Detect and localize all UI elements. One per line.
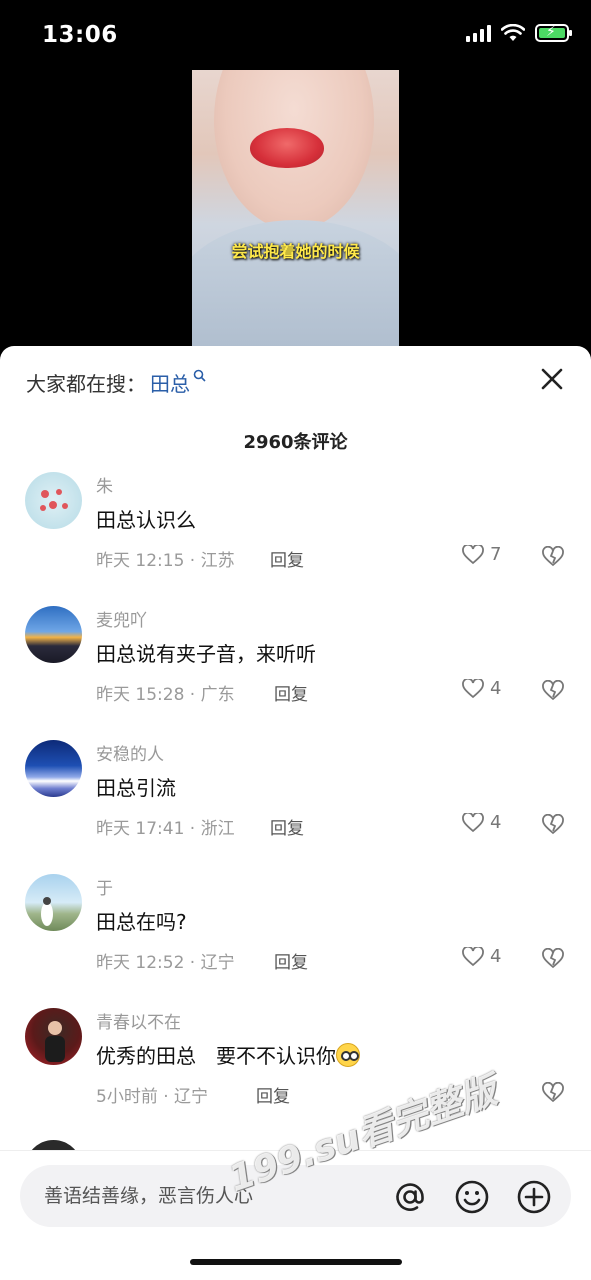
comment-meta: 昨天 12:15 · 江苏 [96, 551, 235, 571]
comment-input-bar [0, 1150, 591, 1280]
avatar[interactable] [25, 606, 82, 663]
comment-text-content: 优秀的田总 要不不认识你 [96, 1044, 336, 1068]
heart-icon [462, 544, 484, 564]
comment-item: 安稳的人 田总引流 昨天 17:41 · 浙江 回复 4 [0, 740, 591, 874]
video-caption: 尝试抱着她的时候 [231, 242, 360, 261]
reply-button[interactable]: 回复 [270, 814, 304, 839]
search-suggestion-term[interactable]: 田总 [150, 368, 190, 397]
reply-button[interactable]: 回复 [256, 1082, 290, 1107]
comment-item: 朱 田总认识么 昨天 12:15 · 江苏 回复 7 [0, 472, 591, 606]
comment-meta: 昨天 15:28 · 广东 [96, 685, 235, 705]
broken-heart-icon[interactable] [542, 814, 564, 836]
reply-button[interactable]: 回复 [274, 948, 308, 973]
heart-icon [462, 678, 484, 698]
comment-item: 青春以不在 优秀的田总 要不不认识你 5小时前 · 辽宁 回复 [0, 1008, 591, 1142]
plus-icon[interactable] [516, 1179, 552, 1215]
comment-text: 田总在吗? [96, 910, 187, 934]
comment-count: 2960条评论 [243, 432, 348, 453]
like-count: 4 [490, 946, 502, 967]
comment-meta: 5小时前 · 辽宁 [96, 1087, 209, 1107]
broken-heart-icon[interactable] [542, 546, 564, 568]
emoji-icon [336, 1043, 360, 1067]
avatar[interactable] [25, 740, 82, 797]
comment-item: 麦兜吖 田总说有夹子音，来听听 昨天 15:28 · 广东 回复 4 [0, 606, 591, 740]
like-button[interactable]: 4 [462, 946, 501, 967]
comment-meta: 昨天 17:41 · 浙江 [96, 819, 235, 839]
video-lips [250, 128, 324, 168]
broken-heart-icon[interactable] [542, 948, 564, 970]
wifi-icon [501, 24, 525, 41]
comment-username[interactable]: 安稳的人 [96, 740, 164, 765]
reply-button[interactable]: 回复 [270, 546, 304, 571]
comment-meta: 昨天 12:52 · 辽宁 [96, 953, 235, 973]
like-button[interactable]: 7 [462, 544, 501, 565]
comment-text: 田总说有夹子音，来听听 [96, 642, 316, 666]
comment-username[interactable]: 麦兜吖 [96, 606, 147, 631]
close-icon[interactable] [537, 364, 567, 394]
comment-input[interactable] [44, 1181, 364, 1211]
at-icon[interactable] [392, 1179, 428, 1215]
avatar[interactable] [25, 472, 82, 529]
search-suggestion[interactable]: 大家都在搜： 田总 [26, 368, 206, 397]
like-count: 7 [490, 544, 502, 565]
emoji-icon[interactable] [454, 1179, 490, 1215]
comment-text: 田总认识么 [96, 508, 196, 532]
reply-button[interactable]: 回复 [274, 680, 308, 705]
comment-input-pill [20, 1165, 571, 1227]
broken-heart-icon[interactable] [542, 680, 564, 702]
signal-icon [466, 24, 491, 42]
battery-charging-icon: ⚡ [535, 24, 572, 42]
comment-text: 优秀的田总 要不不认识你 [96, 1040, 360, 1069]
home-indicator[interactable] [190, 1259, 402, 1265]
status-bar: 13:06 ⚡ [0, 0, 591, 70]
search-suggestion-label: 大家都在搜： [26, 372, 146, 396]
comment-text: 田总引流 [96, 776, 176, 800]
comment-username[interactable]: 朱 [96, 472, 113, 497]
comment-username[interactable]: 青春以不在 [96, 1008, 181, 1033]
broken-heart-icon[interactable] [542, 1082, 564, 1104]
heart-icon [462, 946, 484, 966]
comment-item: 于 田总在吗? 昨天 12:52 · 辽宁 回复 4 [0, 874, 591, 1008]
heart-icon [462, 812, 484, 832]
like-button[interactable]: 4 [462, 812, 501, 833]
avatar[interactable] [25, 874, 82, 931]
status-time: 13:06 [42, 22, 118, 48]
comment-sheet: 大家都在搜： 田总 2960条评论 朱 田总认识么 昨天 12:15 · 江苏 … [0, 346, 591, 1280]
status-icons: ⚡ [466, 24, 572, 42]
avatar[interactable] [25, 1008, 82, 1065]
like-count: 4 [490, 678, 502, 699]
like-count: 4 [490, 812, 502, 833]
like-button[interactable]: 4 [462, 678, 501, 699]
comment-username[interactable]: 于 [96, 874, 113, 899]
search-icon [193, 369, 206, 382]
video-preview[interactable]: 尝试抱着她的时候 [192, 70, 399, 350]
